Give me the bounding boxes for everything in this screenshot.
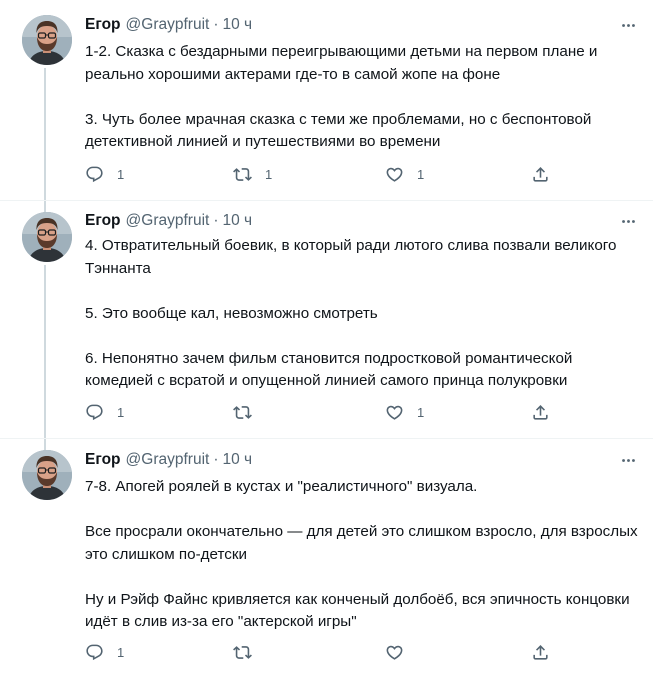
tweet-text: 7-8. Апогей роялей в кустах и "реалистич… bbox=[85, 476, 641, 634]
heart-icon bbox=[385, 403, 404, 422]
tweet-header: Егор @Graypfruit · 10 ч bbox=[85, 15, 252, 35]
tweet-paragraph: 3. Чуть более мрачная сказка с теми же п… bbox=[85, 110, 592, 151]
separator-dot: · bbox=[213, 16, 219, 33]
retweet-icon bbox=[233, 165, 252, 184]
tweet[interactable]: Егор @Graypfruit · 10 ч 1-2. Сказка с бе… bbox=[0, 0, 653, 200]
tweet-text: 1-2. Сказка с бездарными переигрывающими… bbox=[85, 41, 641, 154]
more-options-button[interactable] bbox=[617, 15, 639, 35]
tweet-time[interactable]: 10 ч bbox=[223, 211, 253, 231]
retweet-button[interactable] bbox=[233, 401, 265, 423]
tweet-header: Егор @Graypfruit · 10 ч bbox=[85, 450, 252, 470]
author-handle[interactable]: @Graypfruit bbox=[126, 450, 210, 470]
tweet-time[interactable]: 10 ч bbox=[223, 15, 253, 35]
reply-button[interactable]: 1 bbox=[85, 163, 124, 185]
more-options-button[interactable] bbox=[617, 211, 639, 231]
thread-connector-line bbox=[44, 265, 46, 438]
avatar[interactable] bbox=[22, 450, 72, 500]
share-icon bbox=[531, 643, 550, 662]
separator-dot: · bbox=[213, 212, 219, 229]
author-name[interactable]: Егор bbox=[85, 15, 121, 35]
tweet-thread: Егор @Graypfruit · 10 ч 1-2. Сказка с бе… bbox=[0, 0, 653, 687]
tweet[interactable]: Егор @Graypfruit · 10 ч 4. Отвратительны… bbox=[0, 201, 653, 438]
author-name[interactable]: Егор bbox=[85, 450, 121, 470]
tweet-paragraph: 1-2. Сказка с бездарными переигрывающими… bbox=[85, 43, 598, 83]
reply-count: 1 bbox=[117, 644, 125, 660]
like-count: 1 bbox=[417, 166, 425, 182]
retweet-button[interactable] bbox=[233, 641, 265, 663]
tweet-paragraph: Все просрали окончательно — для детей эт… bbox=[85, 523, 638, 563]
reply-icon bbox=[85, 643, 104, 662]
tweet-header: Егор @Graypfruit · 10 ч bbox=[85, 211, 252, 231]
thread-connector-line bbox=[44, 201, 46, 212]
author-name[interactable]: Егор bbox=[85, 211, 121, 231]
tweet-actions: 1 1 bbox=[85, 401, 555, 423]
tweet-paragraph: Ну и Рэйф Файнс кривляется как конченый … bbox=[85, 590, 630, 631]
tweet-text: 4. Отвратительный боевик, в который ради… bbox=[85, 235, 641, 393]
tweet-actions: 1 1 1 bbox=[85, 163, 555, 185]
tweet-time[interactable]: 10 ч bbox=[223, 450, 253, 470]
share-icon bbox=[531, 403, 550, 422]
tweet-paragraph: 6. Непонятно зачем фильм становится подр… bbox=[85, 349, 573, 390]
like-count: 1 bbox=[417, 404, 425, 420]
reply-count: 1 bbox=[117, 404, 125, 420]
heart-icon bbox=[385, 165, 404, 184]
share-button[interactable] bbox=[531, 401, 550, 423]
more-horizontal-icon bbox=[620, 17, 637, 34]
retweet-button[interactable]: 1 bbox=[233, 163, 272, 185]
more-options-button[interactable] bbox=[617, 450, 639, 470]
like-button[interactable]: 1 bbox=[385, 401, 424, 423]
reply-button[interactable]: 1 bbox=[85, 401, 124, 423]
like-button[interactable]: 1 bbox=[385, 163, 424, 185]
reply-icon bbox=[85, 165, 104, 184]
more-horizontal-icon bbox=[620, 213, 637, 230]
retweet-icon bbox=[233, 403, 252, 422]
author-handle[interactable]: @Graypfruit bbox=[126, 211, 210, 231]
reply-button[interactable]: 1 bbox=[85, 641, 124, 663]
like-button[interactable] bbox=[385, 641, 417, 663]
tweet-actions: 1 bbox=[85, 641, 555, 663]
author-handle[interactable]: @Graypfruit bbox=[126, 15, 210, 35]
share-button[interactable] bbox=[531, 163, 550, 185]
avatar[interactable] bbox=[22, 15, 72, 65]
retweet-icon bbox=[233, 643, 252, 662]
tweet-paragraph: 4. Отвратительный боевик, в который ради… bbox=[85, 237, 617, 277]
thread-connector-line bbox=[44, 439, 46, 450]
more-horizontal-icon bbox=[620, 452, 637, 469]
thread-connector-line bbox=[44, 68, 46, 200]
reply-count: 1 bbox=[117, 166, 125, 182]
share-button[interactable] bbox=[531, 641, 550, 663]
share-icon bbox=[531, 165, 550, 184]
retweet-count: 1 bbox=[265, 166, 273, 182]
tweet[interactable]: Егор @Graypfruit · 10 ч 7-8. Апогей роял… bbox=[0, 439, 653, 687]
tweet-paragraph: 5. Это вообще кал, невозможно смотреть bbox=[85, 304, 378, 322]
avatar[interactable] bbox=[22, 212, 72, 262]
reply-icon bbox=[85, 403, 104, 422]
heart-icon bbox=[385, 643, 404, 662]
tweet-paragraph: 7-8. Апогей роялей в кустах и "реалистич… bbox=[85, 478, 478, 495]
separator-dot: · bbox=[213, 451, 219, 468]
